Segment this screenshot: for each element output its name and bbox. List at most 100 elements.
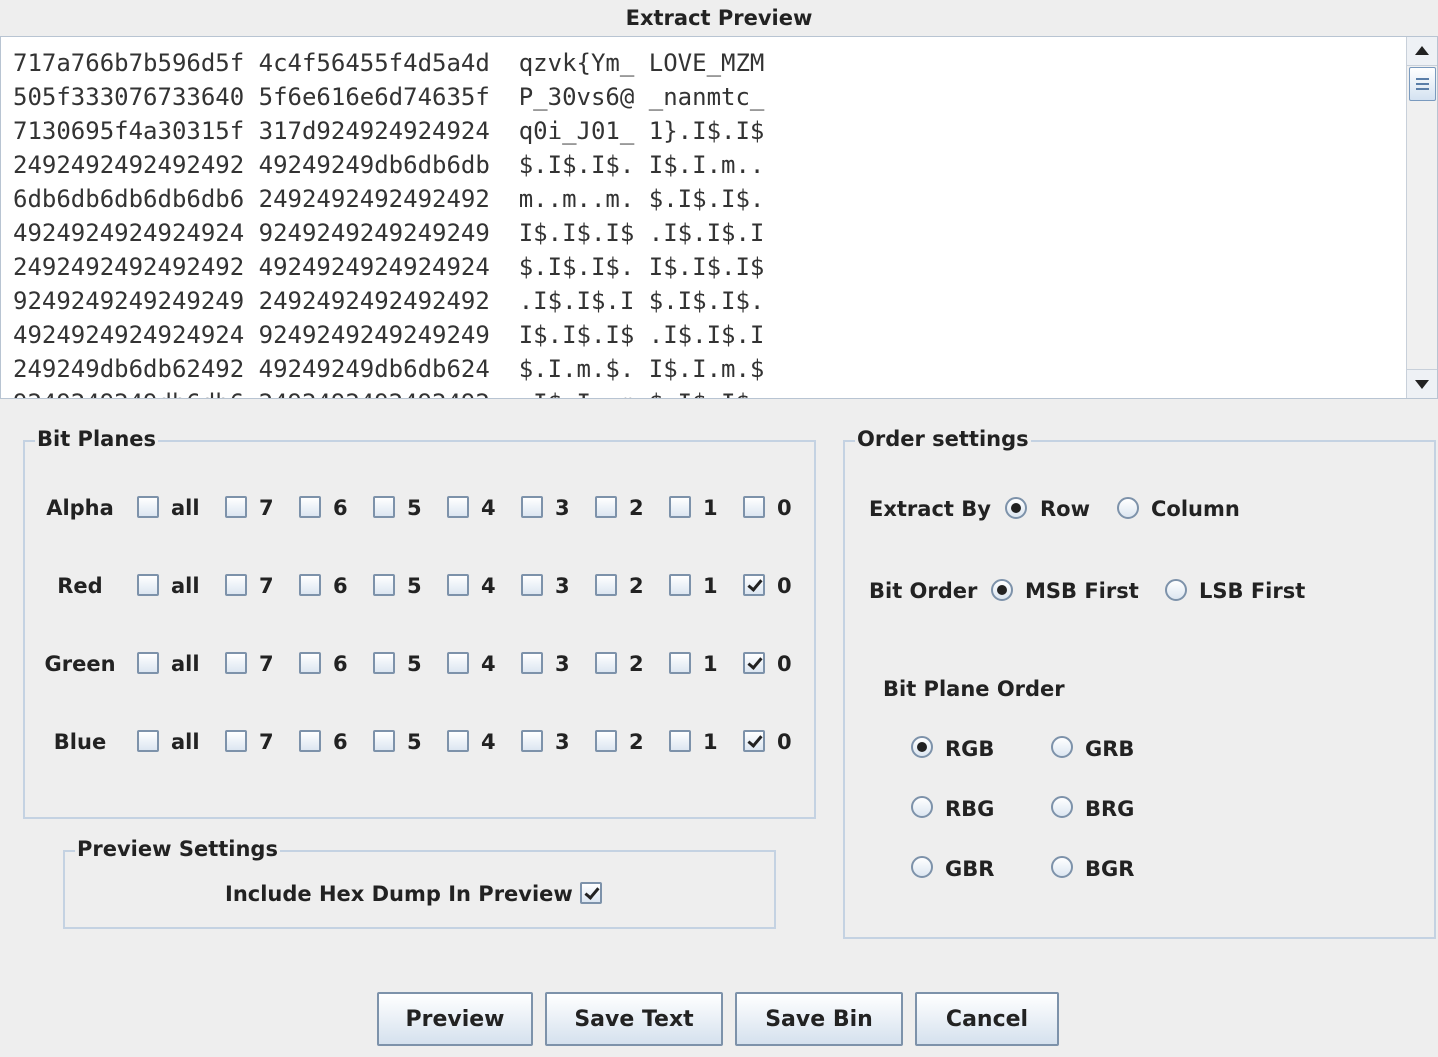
alpha-bit-1-checkbox[interactable]: [669, 496, 691, 518]
bit-planes-panel: Bit Planes Alpha all 7 6 5 4 3 2 1 0 Red all 7 6 5 4 3 2 1…: [23, 424, 816, 819]
blue-bit-5-checkbox[interactable]: [373, 730, 395, 752]
alpha-bit-2-checkbox[interactable]: [595, 496, 617, 518]
extract-by-label: Extract By: [869, 497, 991, 521]
extract-by-row-radio[interactable]: [1005, 497, 1027, 519]
bit-label: 3: [555, 652, 570, 676]
msb-first-label: MSB First: [1025, 579, 1139, 603]
grip-icon: [1416, 78, 1429, 80]
green-bit-5-checkbox[interactable]: [373, 652, 395, 674]
order-settings-panel: Order settings Extract By Row Column Bit…: [843, 424, 1436, 939]
grip-icon: [1416, 83, 1429, 85]
red-bit-5-checkbox[interactable]: [373, 574, 395, 596]
preview-button[interactable]: Preview: [377, 992, 533, 1046]
brg-radio[interactable]: [1051, 796, 1073, 818]
lsb-first-radio[interactable]: [1165, 579, 1187, 601]
red-bit-1-checkbox[interactable]: [669, 574, 691, 596]
dialog-title: Extract Preview: [625, 6, 813, 30]
blue-bit-0-checkbox[interactable]: [743, 730, 765, 752]
bit-order-label: Bit Order: [869, 579, 978, 603]
blue-bit-3-checkbox[interactable]: [521, 730, 543, 752]
rbg-label: RBG: [945, 797, 995, 821]
green-bit-1-checkbox[interactable]: [669, 652, 691, 674]
red-bit-6-checkbox[interactable]: [299, 574, 321, 596]
grip-icon: [1416, 88, 1429, 90]
green-bit-6-checkbox[interactable]: [299, 652, 321, 674]
bit-label: 4: [481, 730, 496, 754]
bit-label: 6: [333, 496, 348, 520]
bit-label: 1: [703, 730, 718, 754]
alpha-bit-0-checkbox[interactable]: [743, 496, 765, 518]
rgb-label: RGB: [945, 737, 995, 761]
blue-bit-7-checkbox[interactable]: [225, 730, 247, 752]
alpha-bit-3-checkbox[interactable]: [521, 496, 543, 518]
bit-label: 5: [407, 574, 422, 598]
alpha-bit-all-checkbox[interactable]: [137, 496, 159, 518]
bgr-radio[interactable]: [1051, 856, 1073, 878]
msb-first-radio[interactable]: [991, 579, 1013, 601]
red-bit-3-checkbox[interactable]: [521, 574, 543, 596]
green-bit-7-checkbox[interactable]: [225, 652, 247, 674]
bit-label: 4: [481, 652, 496, 676]
channel-label-red: Red: [57, 574, 103, 598]
extract-by-column-radio[interactable]: [1117, 497, 1139, 519]
blue-bit-all-checkbox[interactable]: [137, 730, 159, 752]
bit-label: 0: [777, 496, 792, 520]
hex-dump-checkbox[interactable]: [580, 882, 602, 904]
green-bit-0-checkbox[interactable]: [743, 652, 765, 674]
rbg-radio[interactable]: [911, 796, 933, 818]
alpha-bit-4-checkbox[interactable]: [447, 496, 469, 518]
red-bit-0-checkbox[interactable]: [743, 574, 765, 596]
bit-label: 7: [259, 574, 274, 598]
save-bin-button[interactable]: Save Bin: [735, 992, 903, 1046]
bit-label: 0: [777, 652, 792, 676]
bit-label: 5: [407, 730, 422, 754]
alpha-bit-5-checkbox[interactable]: [373, 496, 395, 518]
bit-label: 6: [333, 574, 348, 598]
preview-text-area[interactable]: 717a766b7b596d5f 4c4f56455f4d5a4d qzvk{Y…: [0, 36, 1438, 399]
red-bit-4-checkbox[interactable]: [447, 574, 469, 596]
vertical-scrollbar[interactable]: [1406, 37, 1437, 398]
arrow-up-icon: [1415, 46, 1429, 55]
save-text-button[interactable]: Save Text: [545, 992, 723, 1046]
blue-bit-2-checkbox[interactable]: [595, 730, 617, 752]
bit-label: all: [171, 652, 200, 676]
bgr-label: BGR: [1085, 857, 1135, 881]
bit-planes-legend: Bit Planes: [35, 424, 159, 454]
bit-label: 7: [259, 730, 274, 754]
scroll-thumb[interactable]: [1409, 67, 1436, 101]
bit-label: all: [171, 574, 200, 598]
red-bit-2-checkbox[interactable]: [595, 574, 617, 596]
channel-label-alpha: Alpha: [46, 496, 114, 520]
arrow-down-icon: [1415, 380, 1429, 389]
gbr-radio[interactable]: [911, 856, 933, 878]
gbr-label: GBR: [945, 857, 995, 881]
bit-label: all: [171, 496, 200, 520]
bit-label: 1: [703, 496, 718, 520]
green-bit-all-checkbox[interactable]: [137, 652, 159, 674]
red-bit-7-checkbox[interactable]: [225, 574, 247, 596]
green-bit-2-checkbox[interactable]: [595, 652, 617, 674]
extract-by-column-label: Column: [1151, 497, 1240, 521]
blue-bit-6-checkbox[interactable]: [299, 730, 321, 752]
alpha-bit-7-checkbox[interactable]: [225, 496, 247, 518]
bit-label: 2: [629, 496, 644, 520]
bit-label: 1: [703, 652, 718, 676]
red-bit-all-checkbox[interactable]: [137, 574, 159, 596]
cancel-button[interactable]: Cancel: [915, 992, 1059, 1046]
hex-dump-label: Include Hex Dump In Preview: [225, 882, 573, 906]
rgb-radio[interactable]: [911, 736, 933, 758]
blue-bit-1-checkbox[interactable]: [669, 730, 691, 752]
green-bit-4-checkbox[interactable]: [447, 652, 469, 674]
green-bit-3-checkbox[interactable]: [521, 652, 543, 674]
blue-bit-4-checkbox[interactable]: [447, 730, 469, 752]
grb-label: GRB: [1085, 737, 1135, 761]
bit-label: 2: [629, 730, 644, 754]
bit-plane-order-label: Bit Plane Order: [883, 677, 1065, 701]
scroll-up-button[interactable]: [1407, 37, 1437, 66]
alpha-bit-6-checkbox[interactable]: [299, 496, 321, 518]
scroll-down-button[interactable]: [1407, 369, 1437, 398]
grb-radio[interactable]: [1051, 736, 1073, 758]
preview-settings-legend: Preview Settings: [75, 834, 280, 864]
channel-label-blue: Blue: [53, 730, 107, 754]
bit-label: 5: [407, 652, 422, 676]
